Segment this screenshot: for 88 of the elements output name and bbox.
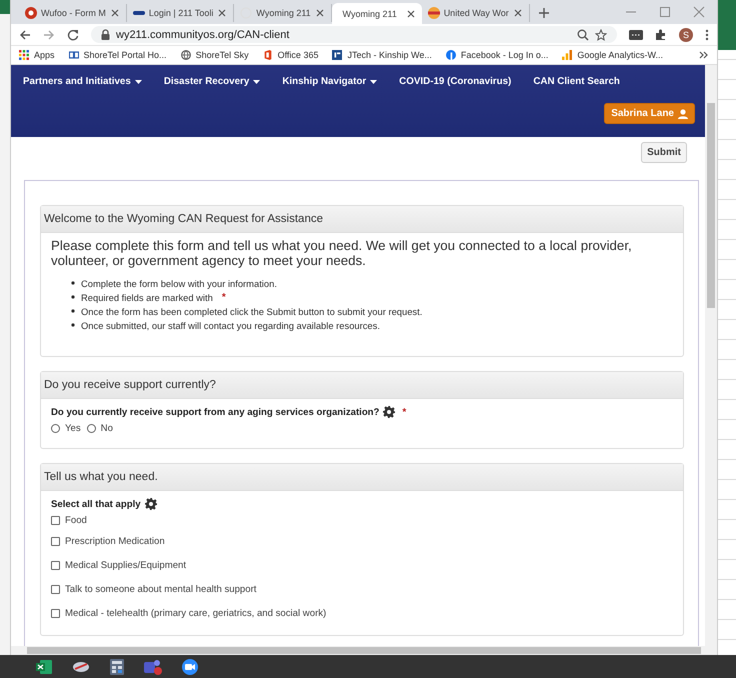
browser-tab[interactable]: Login | 211 Tooli [126, 4, 234, 22]
tab-title: Wufoo - Form M [41, 8, 106, 18]
bookmark[interactable]: Google Analytics-W... [562, 50, 663, 60]
bullet-icon [71, 323, 75, 327]
round-logo-icon [446, 50, 456, 60]
browser-tab[interactable]: Wufoo - Form M [19, 4, 127, 22]
option-label: Yes [65, 423, 81, 434]
square-logo-icon [332, 50, 342, 60]
bookmark[interactable]: ShoreTel Portal Ho... [68, 50, 167, 60]
video-camera-icon[interactable] [182, 658, 198, 674]
option-label: Medical - telehealth (primary care, geriatrics, and social work) [65, 608, 326, 618]
bookmark[interactable]: Office 365 [262, 50, 318, 60]
instruction-text: Once the form has been completed click the Submit button to submit your request. [81, 306, 422, 316]
plus-icon[interactable] [538, 7, 550, 19]
browser-tab[interactable]: Wyoming 211 [332, 3, 422, 24]
person-icon [678, 108, 688, 118]
nav-link[interactable]: Kinship Navigator [282, 76, 378, 87]
spreadsheet-app-icon[interactable] [36, 658, 52, 674]
option-label: Talk to someone about mental health support [65, 584, 256, 594]
reload-icon[interactable] [67, 28, 79, 40]
horizontal-scrollbar[interactable] [11, 646, 717, 655]
bookmark[interactable]: JTech - Kinship We... [332, 50, 432, 60]
checkbox[interactable] [51, 560, 60, 570]
bookmark[interactable]: Apps [19, 50, 55, 60]
option-label: Prescription Medication [65, 536, 165, 546]
puzzle-icon[interactable] [655, 28, 667, 40]
question-label: Select all that apply [51, 498, 141, 510]
chevron-icon[interactable] [699, 50, 709, 60]
team-chat-icon[interactable] [144, 658, 162, 674]
intro-text: Please complete this form and tell us what you need. We will get you connected to a local provider, volunteer, or government agency to meet your needs. [51, 239, 633, 268]
close-icon[interactable] [110, 8, 120, 18]
bullet-icon [71, 309, 75, 313]
nav-link[interactable]: COVID-19 (Coronavirus) [399, 76, 512, 87]
question-label: Do you currently receive support from any aging services organization? [51, 406, 380, 418]
instruction-text: Complete the form below with your information. [81, 278, 277, 288]
close-icon[interactable] [406, 8, 416, 18]
option-label: Food [65, 514, 87, 526]
browser-tab[interactable]: Wyoming 211 [234, 4, 332, 22]
section-title: Do you receive support currently? [41, 372, 683, 399]
bar-chart-icon [562, 50, 572, 60]
instruction-text: Once submitted, our staff will contact you regarding available resources. [81, 320, 380, 330]
checkbox[interactable] [51, 536, 60, 546]
office-icon [262, 50, 273, 60]
tab-title: Login | 211 Tooli [148, 8, 214, 18]
required-mark: * [222, 292, 226, 302]
close-icon[interactable] [217, 8, 228, 18]
bookmark[interactable]: ShoreTel Sky [180, 50, 249, 60]
back-arrow-icon[interactable] [19, 28, 31, 40]
gear-icon[interactable] [144, 498, 157, 510]
tab-title: Wyoming 211 [256, 8, 311, 18]
bullet-icon [71, 295, 75, 299]
submit-button[interactable]: Submit [641, 142, 687, 163]
profile-avatar[interactable]: S [679, 28, 693, 42]
linked-squares-icon [68, 50, 79, 60]
option-label: No [100, 423, 113, 434]
vertical-scrollbar[interactable] [705, 65, 717, 646]
section-title: Welcome to the Wyoming CAN Request for Assistance [41, 206, 683, 233]
radio-button[interactable] [51, 424, 60, 433]
nav-link[interactable]: CAN Client Search [533, 76, 620, 87]
bookmark[interactable]: Facebook - Log In o... [446, 50, 548, 60]
bullet-icon [71, 281, 75, 285]
calculator-icon[interactable] [110, 658, 124, 674]
radio-button[interactable] [86, 424, 96, 433]
browser-tab[interactable]: United Way Wor [422, 4, 530, 22]
url-text: wy211.communityos.org/CAN-client [116, 28, 290, 40]
menu-icon[interactable] [705, 28, 709, 40]
gear-icon[interactable] [383, 406, 396, 418]
checkbox[interactable] [51, 584, 60, 594]
nav-link[interactable]: Partners and Initiatives [23, 76, 142, 87]
apps-grid-icon [19, 50, 29, 60]
address-bar[interactable]: wy211.communityos.org/CAN-client [91, 26, 617, 43]
checkbox[interactable] [51, 516, 60, 524]
tab-title: Wyoming 211 [342, 8, 398, 18]
zoom-icon[interactable] [577, 28, 589, 40]
option-label: Medical Supplies/Equipment [65, 560, 186, 570]
wufoo-icon [25, 7, 37, 19]
required-mark: * [402, 406, 406, 418]
close-icon[interactable] [314, 8, 325, 18]
close-icon[interactable] [512, 8, 523, 18]
instruction-text: Required fields are marked with [81, 292, 213, 302]
lock-icon [101, 29, 110, 40]
section-title: Tell us what you need. [41, 464, 683, 491]
star-icon[interactable] [595, 28, 607, 40]
extension-icon[interactable] [629, 28, 643, 40]
nav-link[interactable]: Disaster Recovery [164, 76, 260, 87]
checkbox[interactable] [51, 608, 60, 618]
maximize-icon[interactable] [659, 6, 671, 18]
tab-title: United Way Wor [444, 8, 509, 18]
